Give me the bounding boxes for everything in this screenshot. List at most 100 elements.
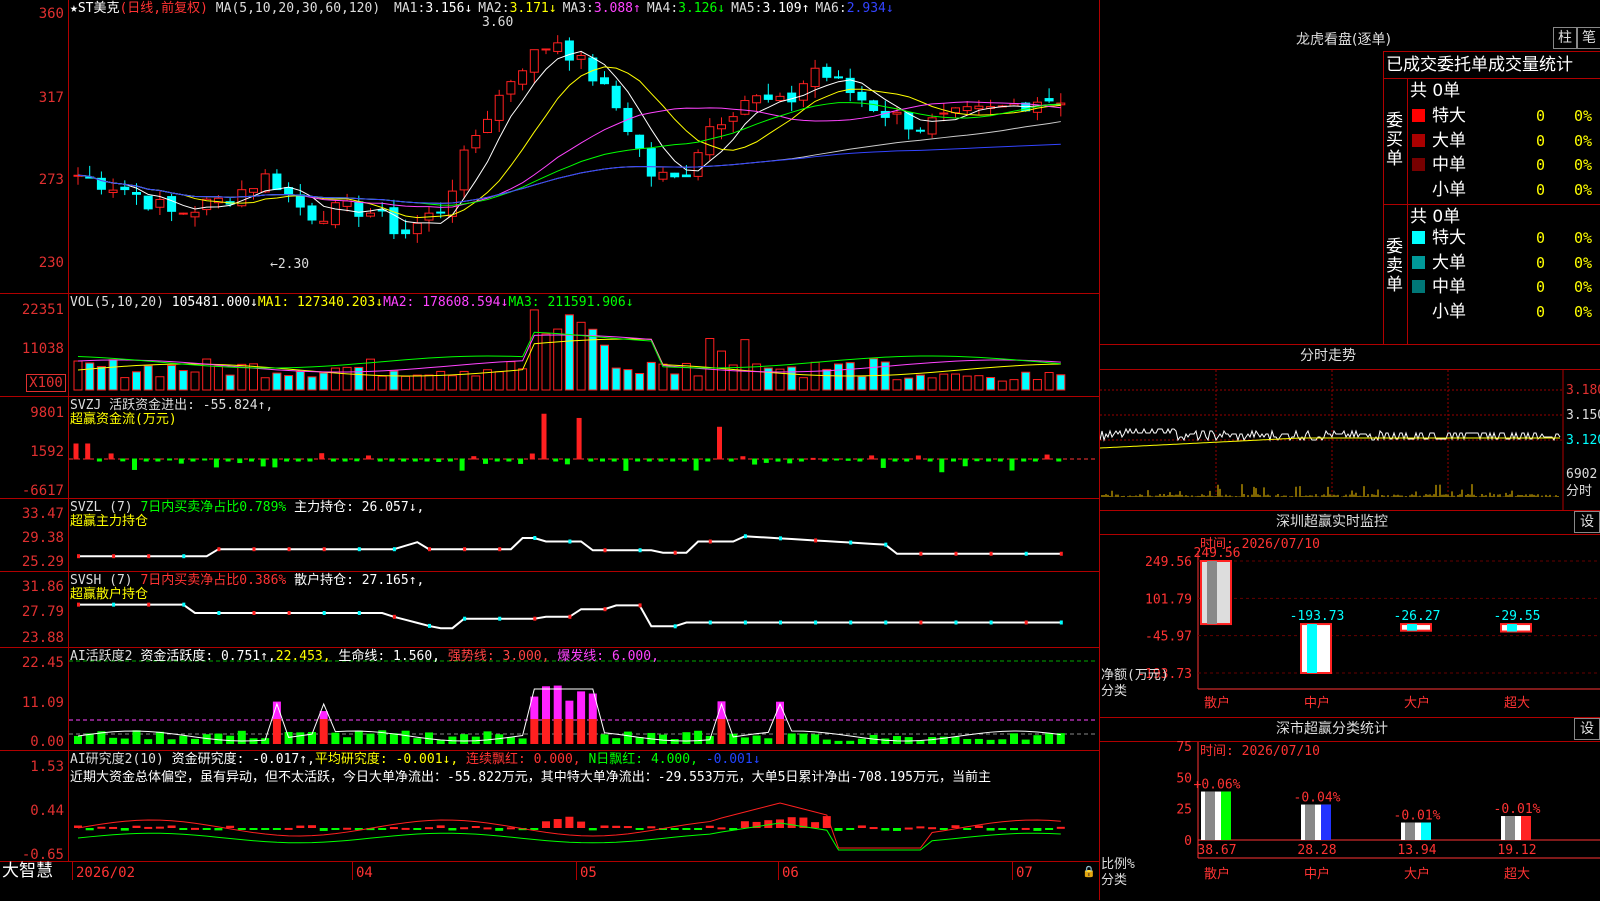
ai-activity-panel[interactable]: 22.45 11.09 0.00 AI活跃度2 资金活跃度: 0.751↑,22… bbox=[0, 648, 1100, 751]
indicator-bar bbox=[974, 458, 980, 462]
indicator-bar bbox=[284, 458, 290, 462]
indicator-bar bbox=[295, 370, 305, 391]
indicator-bar bbox=[307, 458, 313, 462]
ai1-tick: 0.00 bbox=[30, 734, 64, 750]
price-panel[interactable]: 360 317 273 230 ★ST美克(日线,前复权) MA(5,10,20… bbox=[0, 0, 1100, 294]
ai1-bar bbox=[565, 719, 574, 744]
sz-monitor-panel[interactable]: 深圳超赢实时监控 设 时间: 2026/07/10 249.56 101.79 -4… bbox=[1100, 511, 1600, 718]
ai2-bar bbox=[413, 828, 422, 830]
indicator-bar bbox=[143, 458, 149, 462]
order-type: 大单 bbox=[1432, 130, 1466, 151]
candle bbox=[518, 70, 528, 85]
bar-view-button[interactable]: 柱 bbox=[1553, 27, 1577, 49]
order-color-swatch bbox=[1412, 304, 1425, 318]
indicator-bar bbox=[389, 458, 395, 462]
ma-line bbox=[77, 102, 1061, 206]
ai1-bar bbox=[811, 734, 820, 744]
indicator-bar bbox=[658, 363, 668, 391]
order-color-swatch bbox=[1412, 231, 1425, 244]
svsh-panel[interactable]: 31.86 27.79 23.88 SVSH (7) 7日内买卖净占比0.386… bbox=[0, 572, 1100, 648]
order-color-swatch bbox=[1412, 182, 1425, 196]
indicator-bar bbox=[237, 458, 243, 464]
indicator-bar bbox=[108, 453, 114, 460]
order-pct: 0% bbox=[1574, 156, 1593, 174]
ai1-bar bbox=[822, 739, 831, 744]
ai1-bar bbox=[717, 719, 726, 744]
date-label: 05 bbox=[580, 865, 597, 881]
ai2-bar bbox=[97, 826, 106, 829]
indicator-bar bbox=[213, 458, 219, 468]
indicator-bar bbox=[354, 458, 360, 462]
ai2-bar bbox=[1045, 828, 1054, 830]
candle bbox=[728, 116, 738, 122]
svzl-panel[interactable]: 33.47 29.38 25.29 SVZL (7) 7日内买卖净占比0.789… bbox=[0, 499, 1100, 572]
ai1-bar bbox=[389, 733, 398, 744]
ai1-bar bbox=[857, 738, 866, 744]
sz-monitor-chart[interactable]: 249.56101.79-45.97-193.73249.56散户-193.73… bbox=[1100, 511, 1600, 717]
line-marker bbox=[463, 547, 467, 552]
class-top-label: +0.06% bbox=[1194, 778, 1241, 793]
ai1-bar bbox=[694, 730, 703, 744]
candlestick-chart[interactable] bbox=[0, 0, 1100, 293]
lock-icon[interactable]: 🔒 bbox=[1082, 864, 1096, 879]
indicator-bar bbox=[120, 377, 130, 391]
indicator-bar bbox=[904, 377, 914, 391]
price-tick: 273 bbox=[38, 172, 64, 188]
lhb-tabs[interactable]: 已成交委托单成交量统计 bbox=[1386, 55, 1573, 75]
sz-class-chart[interactable]: 75 50 25 0 +0.06% 38.67 散户 -0.04% 28.28 中户 -0.01% 1… bbox=[1100, 718, 1600, 900]
ai2-bar bbox=[740, 821, 749, 828]
indicator-bar bbox=[272, 372, 282, 391]
class-bar-color bbox=[1221, 791, 1231, 840]
ai1-bar bbox=[401, 730, 410, 744]
candle bbox=[436, 211, 446, 214]
intraday-panel[interactable]: 分时走势 3.180 3.150 3.120 6902 分时 bbox=[1100, 345, 1600, 511]
indicator-bar bbox=[892, 379, 902, 391]
intraday-chart[interactable] bbox=[1100, 345, 1600, 510]
line-marker bbox=[217, 547, 221, 552]
line-marker bbox=[498, 547, 502, 552]
ai-research-chart[interactable] bbox=[0, 751, 1100, 861]
indicator-bar bbox=[869, 455, 875, 460]
indicator-bar bbox=[974, 375, 984, 391]
indicator-bar bbox=[658, 458, 664, 462]
ai1-bar bbox=[1033, 735, 1042, 744]
volume-panel[interactable]: 22351 11038 X100 VOL(5,10,20) 105481.000… bbox=[0, 294, 1100, 397]
indicator-bar bbox=[892, 458, 898, 462]
svzj-panel[interactable]: 9801 1592 -6617 SVZJ 活跃资金进出: -55.824↑, 超… bbox=[0, 397, 1100, 499]
candle bbox=[260, 173, 270, 193]
monitor-category: 中户 bbox=[1304, 695, 1330, 711]
class-bar-color bbox=[1321, 804, 1331, 840]
ai1-header: AI活跃度2 资金活跃度: 0.751↑,22.453, 生命线: 1.560,… bbox=[70, 649, 659, 664]
ai1-bar bbox=[132, 730, 141, 744]
brand-label: 大智慧 bbox=[2, 861, 53, 881]
candle bbox=[670, 172, 680, 178]
svzl-subtitle: 超赢主力持仓 bbox=[70, 514, 149, 529]
ai1-bar bbox=[120, 738, 129, 744]
candle bbox=[962, 106, 972, 112]
line-marker bbox=[1024, 551, 1028, 556]
class-bar-shade bbox=[1205, 791, 1215, 840]
monitor-category: 散户 bbox=[1204, 695, 1230, 711]
line-marker bbox=[743, 534, 747, 539]
ai-research-panel[interactable]: 1.53 0.44 -0.65 AI研究度2(10) 资金研究度: -0.017… bbox=[0, 751, 1100, 863]
ma-value: MA6:2.934↓ bbox=[815, 1, 894, 16]
order-pct: 0% bbox=[1574, 278, 1593, 296]
line-marker bbox=[708, 620, 712, 625]
sz-class-panel[interactable]: 深市超赢分类统计 设 时间: 2026/07/10 75 50 25 0 +0.06% 3… bbox=[1100, 718, 1600, 900]
line-marker bbox=[392, 547, 396, 552]
candle bbox=[132, 192, 141, 195]
line-marker bbox=[814, 620, 818, 625]
ma-label: MA(5,10,20,30,60,120) bbox=[215, 1, 381, 16]
order-pct: 0% bbox=[1574, 180, 1593, 199]
line-marker bbox=[1059, 551, 1063, 556]
sz-class-xlabel: 分类 bbox=[1101, 873, 1128, 888]
ai2-bar bbox=[834, 828, 843, 831]
indicator-line bbox=[78, 535, 1061, 558]
tick-view-button[interactable]: 笔 bbox=[1577, 27, 1600, 49]
svzl-desc: 7日内买卖净占比0.789% bbox=[140, 500, 287, 515]
line-marker bbox=[779, 620, 782, 625]
candle bbox=[284, 187, 294, 195]
indicator-bar bbox=[576, 417, 582, 460]
line-marker bbox=[568, 614, 572, 619]
candle bbox=[658, 171, 668, 180]
